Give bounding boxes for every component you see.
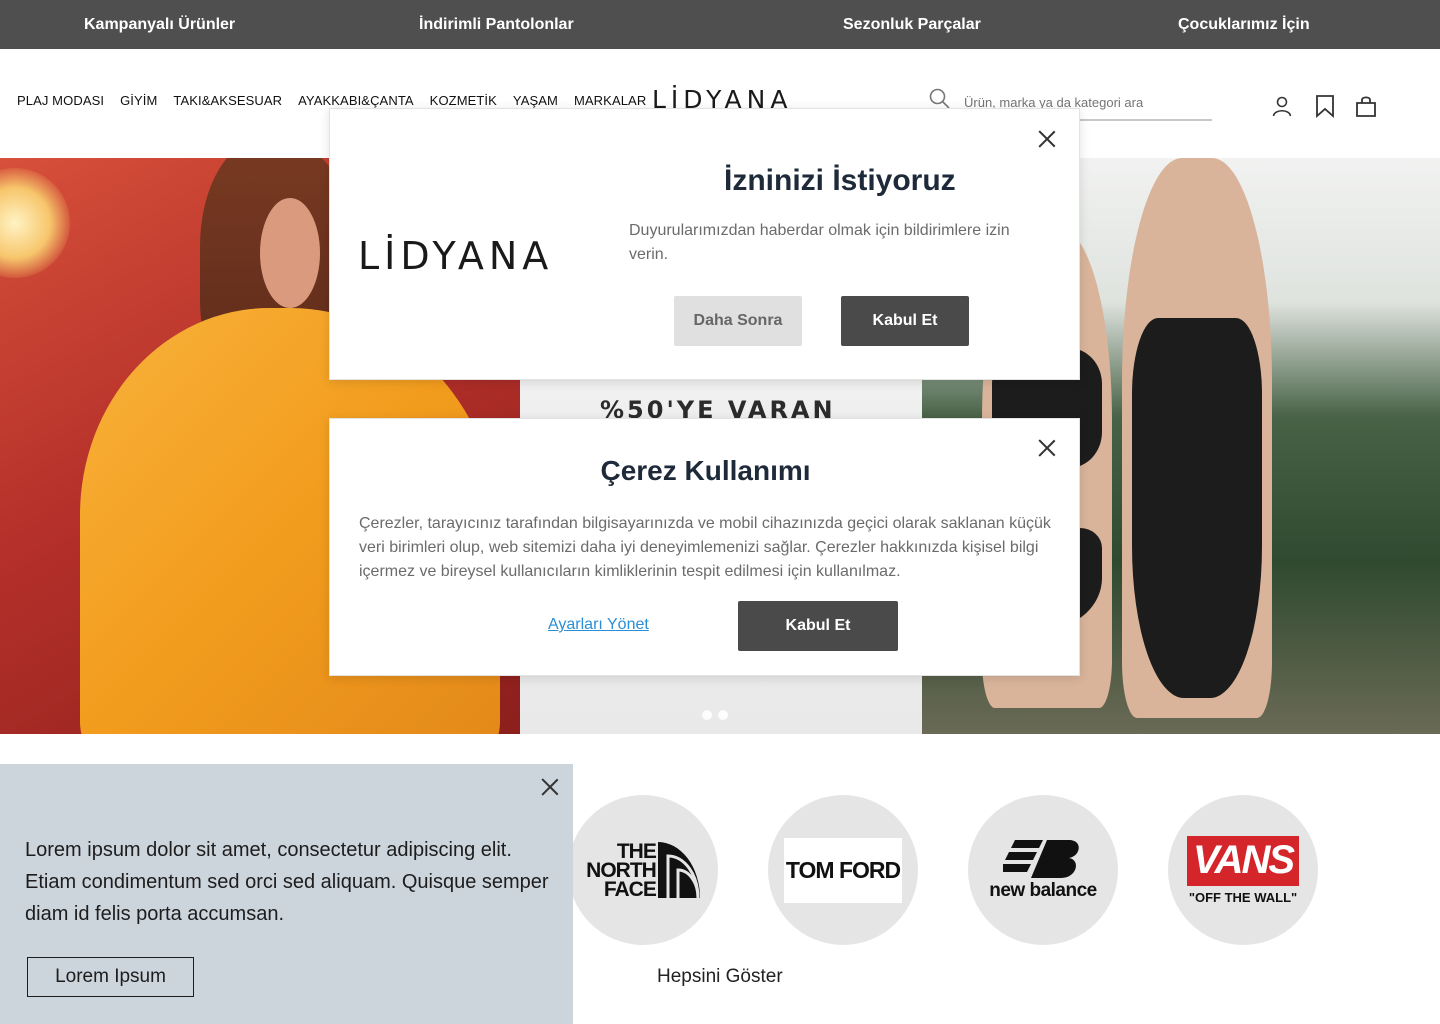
allow-notifications-button[interactable]: Kabul Et <box>841 296 969 346</box>
cookie-title: Çerez Kullanımı <box>600 455 811 486</box>
close-icon[interactable] <box>1038 130 1056 148</box>
vans-logo: VANS <box>1187 835 1299 886</box>
nav-item-jewelry[interactable]: TAKI&AKSESUAR <box>173 93 282 108</box>
brand-new-balance[interactable]: new balance <box>968 795 1118 945</box>
cookie-consent-modal: Çerez Kullanımı Çerezler, tarayıcınız ta… <box>329 418 1080 676</box>
later-button[interactable]: Daha Sonra <box>674 296 802 346</box>
nav-item-living[interactable]: YAŞAM <box>513 93 558 108</box>
promo-button[interactable]: Lorem Ipsum <box>27 957 194 997</box>
new-balance-nb-icon <box>1003 840 1079 878</box>
slider-dots <box>702 710 728 720</box>
user-icon[interactable] <box>1270 94 1294 118</box>
topbar-link-campaign[interactable]: Kampanyalı Ürünler <box>84 16 235 34</box>
cookie-body-text: Çerezler, tarayıcınız tarafından bilgisa… <box>359 515 1051 580</box>
modal-title: İzninizi İstiyoruz <box>724 164 956 197</box>
bag-icon[interactable] <box>1354 94 1378 118</box>
vans-tagline: "OFF THE WALL" <box>1188 889 1298 905</box>
north-face-wordmark: THE NORTH FACE <box>586 839 657 901</box>
tom-ford-logo: TOM FORD <box>784 837 902 903</box>
manage-settings-link[interactable]: Ayarları Yönet <box>548 616 649 634</box>
notification-permission-modal: LİDYANA İzninizi İstiyoruz Duyurularımız… <box>329 108 1080 380</box>
slider-dot-2[interactable] <box>718 710 728 720</box>
main-nav: PLAJ MODASI GİYİM TAKI&AKSESUAR AYAKKABI… <box>17 93 646 108</box>
show-all-brands-link[interactable]: Hepsini Göster <box>657 966 783 988</box>
promo-panel: Lorem ipsum dolor sit amet, consectetur … <box>0 764 573 1024</box>
close-icon[interactable] <box>541 778 559 796</box>
hero-sun-glow <box>0 168 70 278</box>
nav-item-cosmetics[interactable]: KOZMETİK <box>430 93 497 108</box>
nav-item-shoes-bags[interactable]: AYAKKABI&ÇANTA <box>298 93 414 108</box>
bookmark-icon[interactable] <box>1313 94 1337 118</box>
north-face-dome-icon <box>657 842 700 898</box>
nav-item-beach[interactable]: PLAJ MODASI <box>17 93 104 108</box>
promo-text: Lorem ipsum dolor sit amet, consectetur … <box>25 839 549 925</box>
north-face-logo: THE NORTH FACE <box>586 839 700 901</box>
modal-logo: LİDYANA <box>358 234 554 278</box>
topbar-link-kids[interactable]: Çocuklarımız İçin <box>1178 16 1310 34</box>
nav-item-brands[interactable]: MARKALAR <box>574 93 646 108</box>
hero-swimsuit-right <box>1132 318 1262 698</box>
accept-cookies-button[interactable]: Kabul Et <box>738 601 898 651</box>
brand-tom-ford[interactable]: TOM FORD <box>768 795 918 945</box>
new-balance-wordmark: new balance <box>989 880 1097 901</box>
nav-item-clothing[interactable]: GİYİM <box>120 93 157 108</box>
brand-vans[interactable]: VANS "OFF THE WALL" <box>1168 795 1318 945</box>
modal-body-text: Duyurularımızdan haberdar olmak için bil… <box>629 222 1010 263</box>
brand-the-north-face[interactable]: THE NORTH FACE <box>568 795 718 945</box>
topbar-link-discount-pants[interactable]: İndirimli Pantolonlar <box>419 16 574 34</box>
topbar-link-seasonal[interactable]: Sezonluk Parçalar <box>843 16 981 34</box>
slider-dot-1[interactable] <box>702 710 712 720</box>
top-campaign-bar: Kampanyalı Ürünler İndirimli Pantolonlar… <box>0 0 1440 49</box>
hero-model-face <box>260 198 320 308</box>
